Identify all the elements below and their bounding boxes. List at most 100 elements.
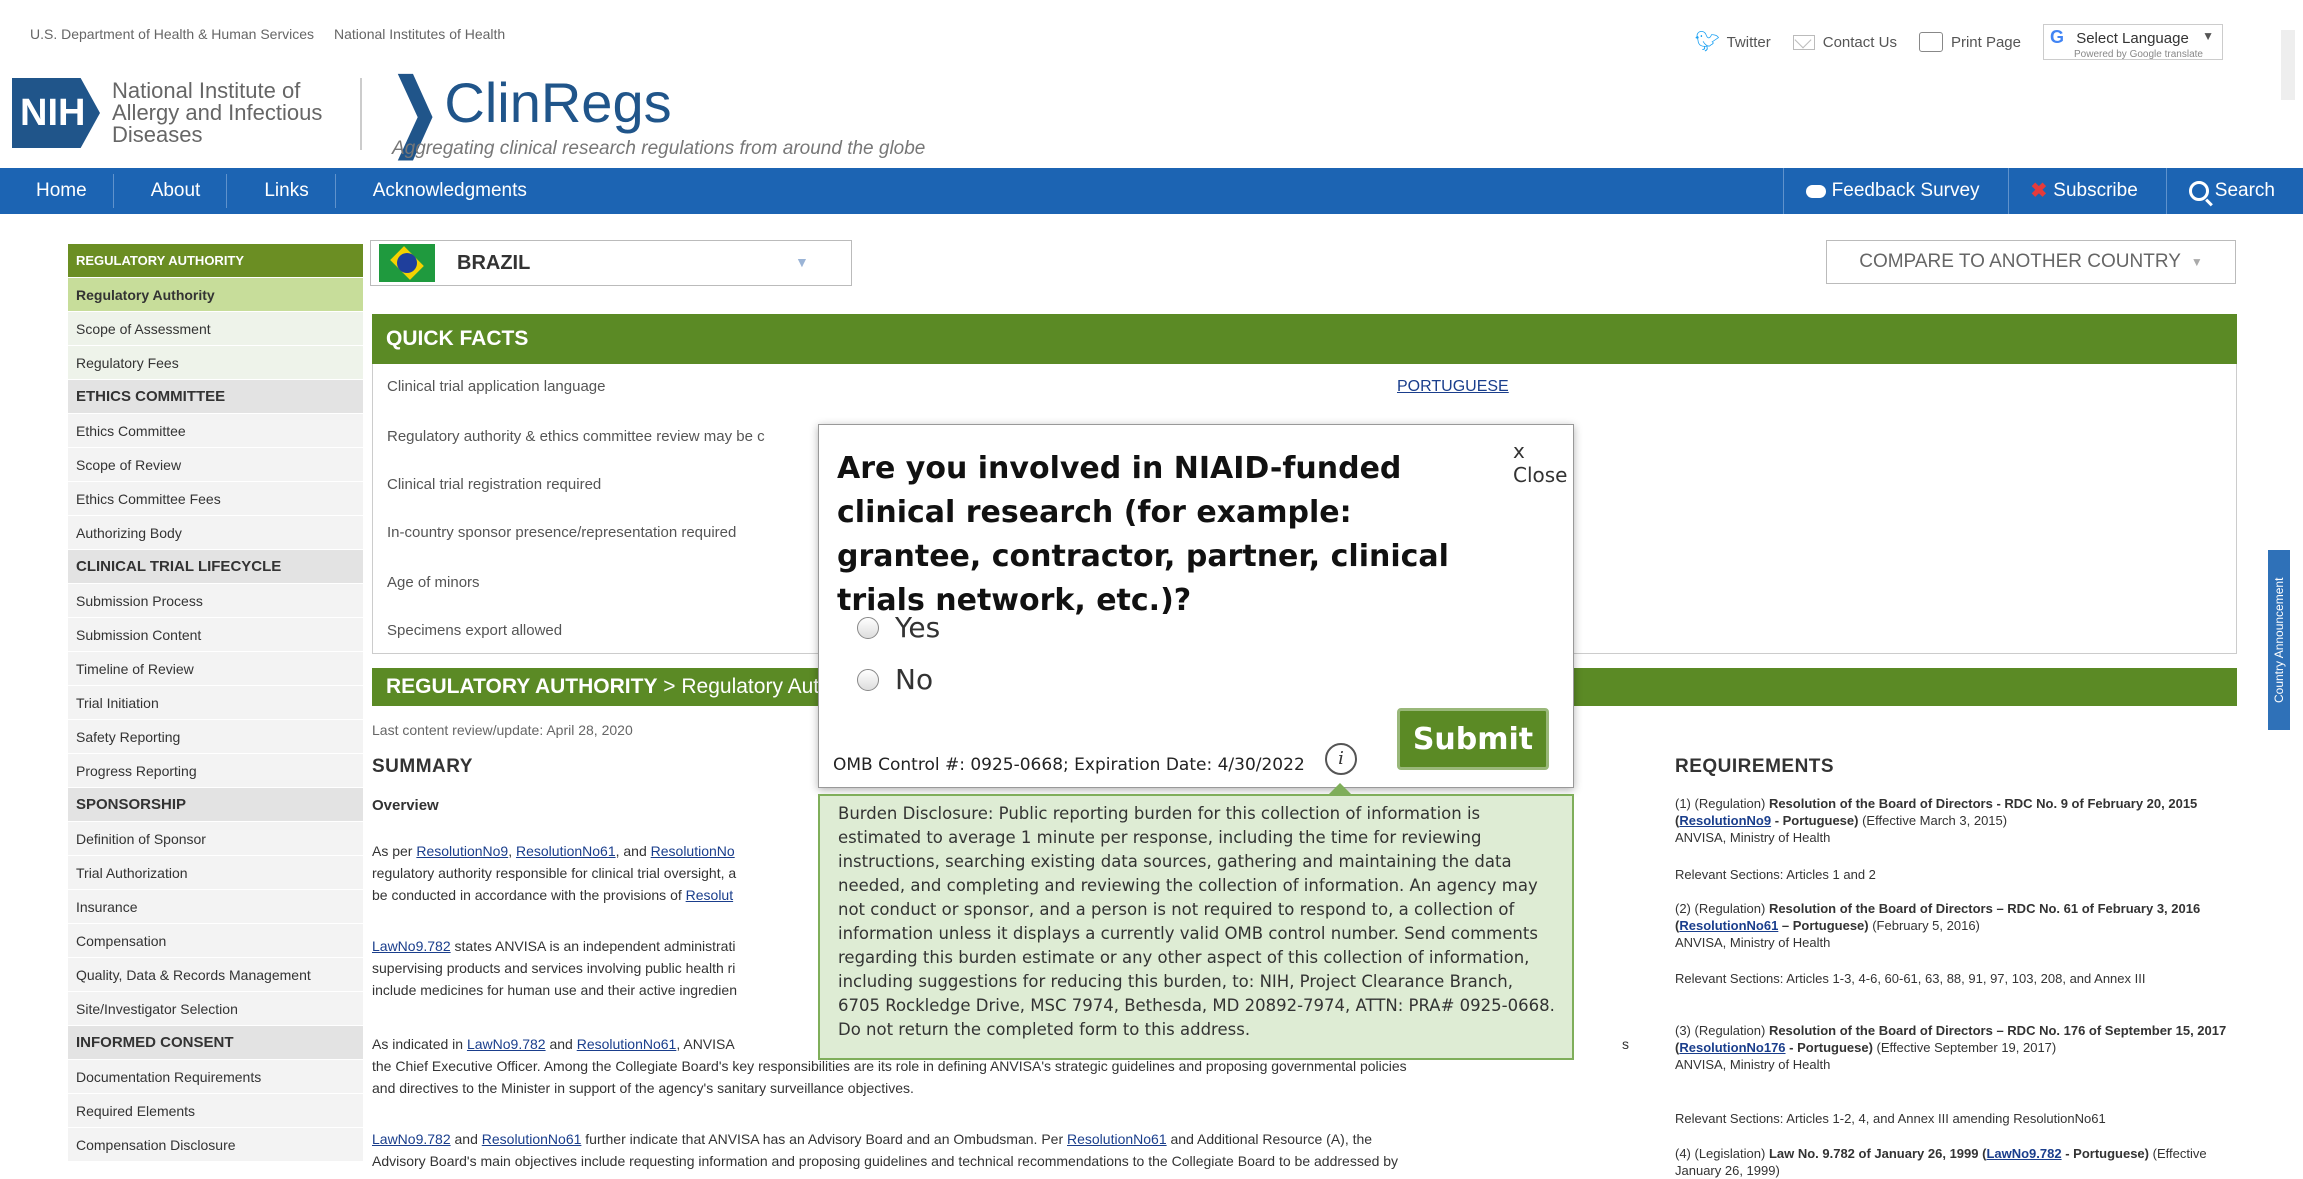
radio-icon[interactable] (857, 668, 879, 691)
sidebar-item-ethics-committee-fees[interactable]: Ethics Committee Fees (68, 482, 363, 516)
caret-down-icon: ▼ (795, 254, 809, 270)
omb-control: OMB Control #: 0925-0668; Expiration Dat… (833, 755, 1305, 775)
requirement-sections: Relevant Sections: Articles 1-3, 4-6, 60… (1675, 971, 2146, 986)
country-select[interactable]: BRAZIL ▼ (370, 240, 852, 286)
sidebar-item-authorizing-body[interactable]: Authorizing Body (68, 516, 363, 550)
law-link[interactable]: LawNo9.782 (1986, 1146, 2061, 1161)
top-utility-bar: U.S. Department of Health & Human Servic… (0, 0, 2303, 100)
resolution-link[interactable]: ResolutionNo61 (577, 1036, 677, 1052)
sidebar-item-definition-of-sponsor[interactable]: Definition of Sponsor (68, 822, 363, 856)
resolution-link[interactable]: ResolutionNo61 (1067, 1131, 1167, 1147)
topic-sidebar: REGULATORY AUTHORITY Regulatory Authority… (68, 244, 363, 1162)
survey-modal: Are you involved in NIAID-funded clinica… (818, 424, 1574, 788)
nih-logo-icon: NIH (12, 78, 100, 148)
sidebar-heading-clinical-trial-lifecycle: CLINICAL TRIAL LIFECYCLE (68, 550, 363, 584)
requirements-heading: REQUIREMENTS (1675, 756, 1835, 777)
quick-fact-label: Regulatory authority & ethics committee … (387, 428, 765, 445)
sidebar-item-trial-authorization[interactable]: Trial Authorization (68, 856, 363, 890)
google-translate-credit[interactable]: Powered by Google translate (2074, 49, 2203, 60)
resolution-link[interactable]: ResolutionNo176 (1679, 1040, 1785, 1055)
sidebar-item-timeline-of-review[interactable]: Timeline of Review (68, 652, 363, 686)
search-icon (2188, 181, 2209, 201)
sidebar-item-ethics-committee[interactable]: Ethics Committee (68, 414, 363, 448)
google-icon: G (2050, 27, 2065, 47)
subscribe-link[interactable]: ✖ Subscribe (2007, 168, 2166, 214)
contact-us-link[interactable]: Contact Us (1792, 34, 1897, 51)
quick-fact-label: Specimens export allowed (387, 622, 563, 639)
sidebar-item-trial-initiation[interactable]: Trial Initiation (68, 686, 363, 720)
print-page-link[interactable]: Print Page (1918, 32, 2021, 52)
resolution-link[interactable]: ResolutionNo61 (1679, 918, 1778, 933)
overview-heading: Overview (372, 797, 439, 814)
sidebar-item-progress-reporting[interactable]: Progress Reporting (68, 754, 363, 788)
quick-fact-label: In-country sponsor presence/representati… (387, 524, 737, 541)
last-updated: Last content review/update: April 28, 20… (372, 722, 633, 738)
no-option[interactable]: No (857, 663, 933, 696)
niaid-logo[interactable]: NIH National Institute of Allergy and In… (12, 78, 352, 148)
nav-about[interactable]: About (112, 168, 227, 214)
sidebar-item-compensation[interactable]: Compensation (68, 924, 363, 958)
hhs-link[interactable]: U.S. Department of Health & Human Servic… (30, 26, 314, 42)
sidebar-item-scope-of-assessment[interactable]: Scope of Assessment (68, 312, 363, 346)
nav-home[interactable]: Home (0, 168, 113, 214)
quick-fact-label: Clinical trial registration required (387, 476, 602, 493)
requirement-item: (2) (Regulation) Resolution of the Board… (1675, 901, 2201, 950)
sidebar-item-safety-reporting[interactable]: Safety Reporting (68, 720, 363, 754)
survey-question: Are you involved in NIAID-funded clinica… (837, 451, 1449, 618)
search-link[interactable]: Search (2165, 168, 2303, 214)
resolution-link[interactable]: ResolutionNo9 (416, 843, 508, 859)
sidebar-item-site-investigator-selection[interactable]: Site/Investigator Selection (68, 992, 363, 1026)
feedback-survey-link[interactable]: Feedback Survey (1782, 168, 2008, 214)
requirement-item: (4) (Legislation) Law No. 9.782 of Janua… (1675, 1146, 2207, 1178)
caret-down-icon: ▼ (2202, 29, 2214, 43)
institute-name: National Institute of Allergy and Infect… (112, 78, 323, 147)
sidebar-item-insurance[interactable]: Insurance (68, 890, 363, 924)
speech-bubble-icon (1805, 184, 1826, 198)
gov-links: U.S. Department of Health & Human Servic… (30, 26, 505, 42)
sidebar-item-quality-data-records-management[interactable]: Quality, Data & Records Management (68, 958, 363, 992)
law-link[interactable]: LawNo9.782 (467, 1036, 546, 1052)
sidebar-heading-sponsorship: SPONSORSHIP (68, 788, 363, 822)
twitter-icon: 🐦︎ (1694, 31, 1720, 53)
twitter-link[interactable]: 🐦︎ Twitter (1695, 32, 1771, 52)
utility-links: 🐦︎ Twitter Contact Us Print Page G Selec… (1695, 24, 2223, 60)
country-announcement-tab[interactable]: Country Announcement (2268, 550, 2290, 730)
resolution-link[interactable]: ResolutionNo61 (516, 843, 616, 859)
quick-facts-header: QUICK FACTS (372, 314, 2237, 364)
requirement-item: (3) (Regulation) Resolution of the Board… (1675, 1023, 2227, 1072)
compare-country-select[interactable]: COMPARE TO ANOTHER COUNTRY ▼ (1826, 240, 2236, 284)
header-divider (360, 78, 362, 150)
sidebar-item-submission-content[interactable]: Submission Content (68, 618, 363, 652)
yes-option[interactable]: Yes (857, 611, 940, 644)
printer-icon (1918, 32, 1943, 52)
requirement-sections: Relevant Sections: Articles 1 and 2 (1675, 867, 1876, 882)
sidebar-item-regulatory-authority[interactable]: Regulatory Authority (68, 278, 363, 312)
requirement-item: (1) (Regulation) Resolution of the Board… (1675, 796, 2198, 845)
burden-disclosure-tooltip: Burden Disclosure: Public reporting burd… (818, 794, 1574, 1060)
nav-links[interactable]: Links (226, 168, 334, 214)
requirement-sections: Relevant Sections: Articles 1-2, 4, and … (1675, 1111, 2106, 1126)
sidebar-item-scope-of-review[interactable]: Scope of Review (68, 448, 363, 482)
resolution-link[interactable]: ResolutionNo9 (1679, 813, 1771, 828)
envelope-icon: ✖ (2030, 180, 2048, 202)
resolution-link[interactable]: Resolut (686, 887, 733, 903)
sidebar-item-compensation-disclosure[interactable]: Compensation Disclosure (68, 1128, 363, 1162)
language-select[interactable]: G Select Language ▼ Powered by Google tr… (2043, 24, 2223, 60)
close-button[interactable]: x Close (1513, 439, 1573, 487)
resolution-link[interactable]: ResolutionNo (651, 843, 735, 859)
sidebar-item-documentation-requirements[interactable]: Documentation Requirements (68, 1060, 363, 1094)
page-scrollbar[interactable] (2281, 30, 2295, 100)
info-icon[interactable]: i (1325, 743, 1357, 775)
law-link[interactable]: LawNo9.782 (372, 938, 451, 954)
sidebar-item-required-elements[interactable]: Required Elements (68, 1094, 363, 1128)
sidebar-item-regulatory-fees[interactable]: Regulatory Fees (68, 346, 363, 380)
summary-heading: SUMMARY (372, 756, 473, 777)
quick-fact-value-link[interactable]: PORTUGUESE (1397, 378, 1509, 396)
submit-button[interactable]: Submit (1397, 708, 1549, 770)
sidebar-item-submission-process[interactable]: Submission Process (68, 584, 363, 618)
nav-acknowledgments[interactable]: Acknowledgments (334, 168, 553, 214)
resolution-link[interactable]: ResolutionNo61 (482, 1131, 582, 1147)
law-link[interactable]: LawNo9.782 (372, 1131, 451, 1147)
nih-link[interactable]: National Institutes of Health (334, 26, 505, 42)
radio-icon[interactable] (857, 616, 879, 639)
